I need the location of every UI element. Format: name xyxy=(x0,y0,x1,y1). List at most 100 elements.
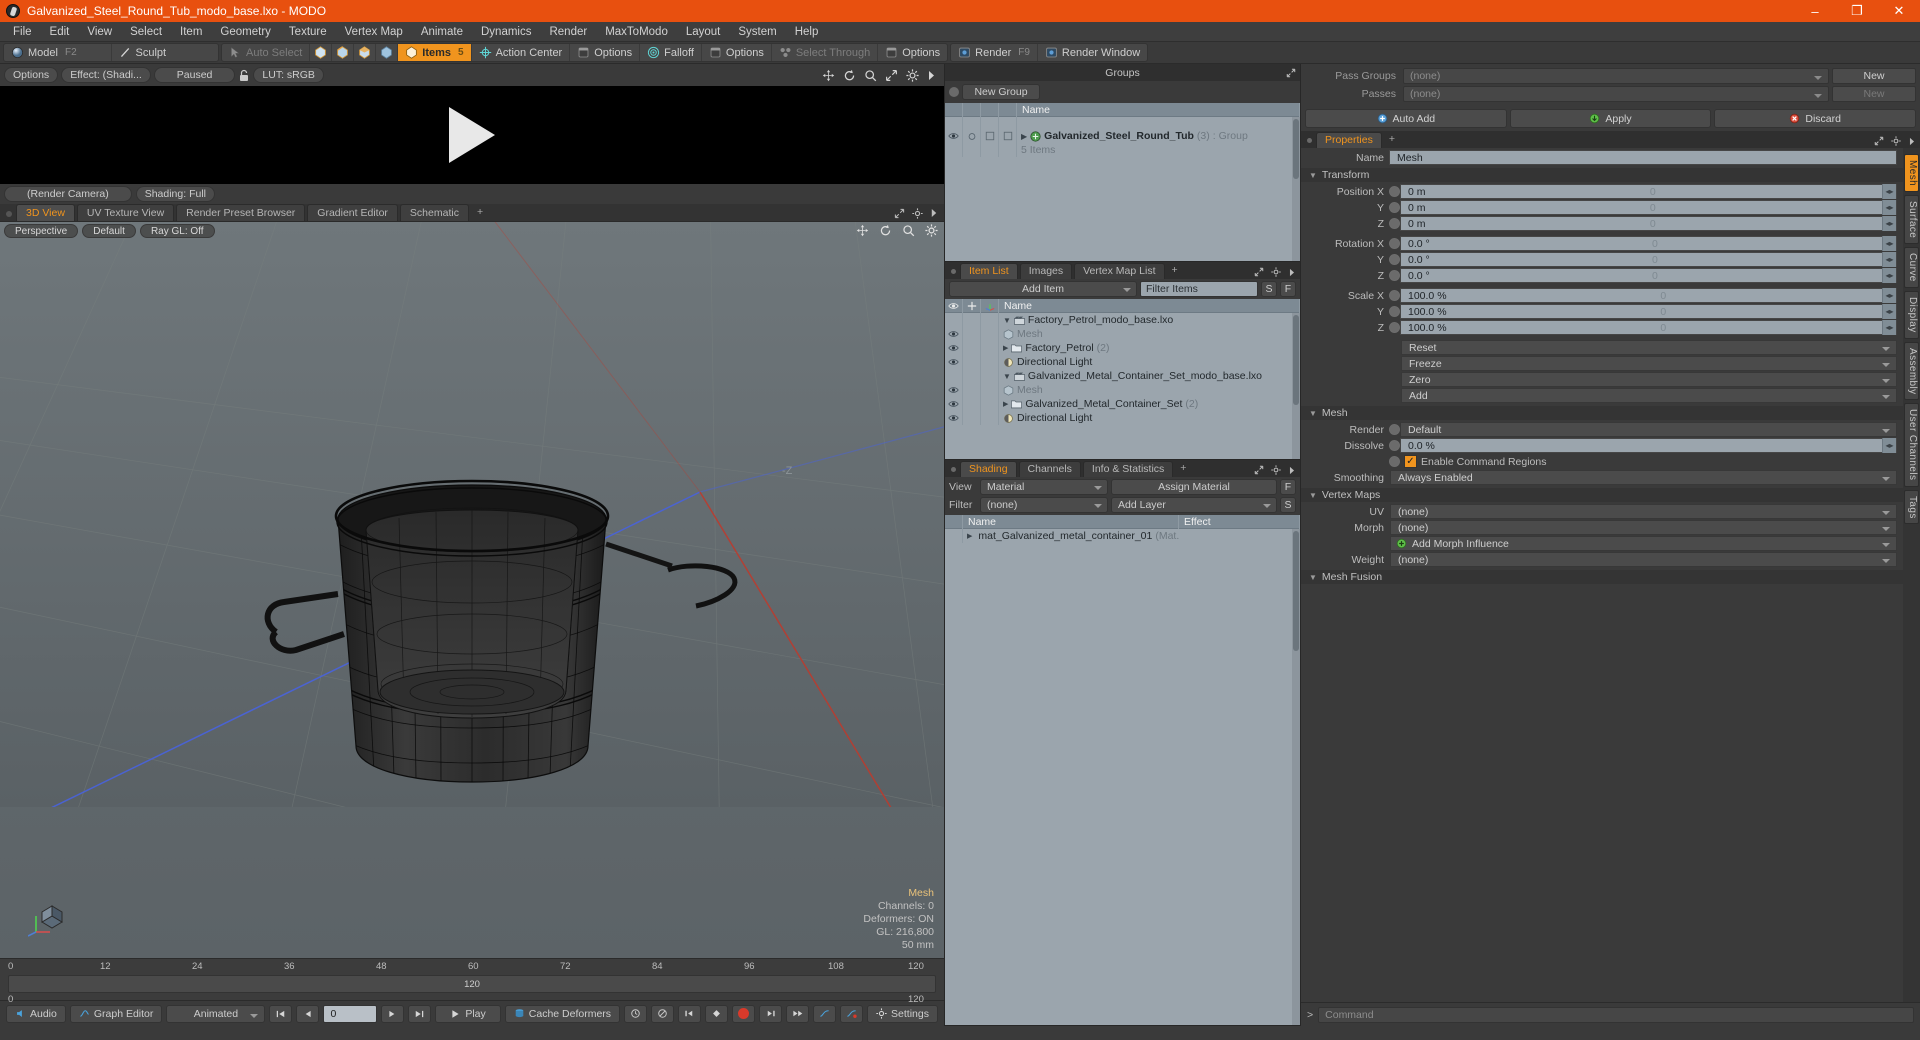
mesh-galvanized-tub[interactable] xyxy=(0,222,944,807)
tab-schematic[interactable]: Schematic xyxy=(399,204,469,221)
group-solid-cell[interactable] xyxy=(999,129,1017,143)
position-z-key-toggle[interactable] xyxy=(1389,218,1400,229)
item-row-mesh-2[interactable]: Mesh xyxy=(999,384,1300,396)
table-row[interactable]: ▶ mat_Galvanized_metal_container_01 (Mat… xyxy=(945,529,1300,543)
maximize-panel-icon[interactable] xyxy=(1254,465,1264,475)
falloff-options-button[interactable]: Options xyxy=(702,44,772,61)
gear-icon[interactable] xyxy=(1891,136,1901,146)
menu-item-texture[interactable]: Texture xyxy=(280,22,336,42)
rotation-z-field[interactable]: 0.0 ° 0 ◂▸ xyxy=(1400,268,1897,283)
item-row-mesh-1[interactable]: Mesh xyxy=(999,328,1300,340)
curve-red-button[interactable] xyxy=(840,1004,864,1023)
rotation-y-key-toggle[interactable] xyxy=(1389,254,1400,265)
groups-scroll-thumb[interactable] xyxy=(1293,119,1299,179)
menu-item-system[interactable]: System xyxy=(729,22,785,42)
scale-x-spinner[interactable]: ◂▸ xyxy=(1882,288,1896,303)
chevron-right-icon[interactable] xyxy=(927,70,936,81)
polygon-mode-button[interactable] xyxy=(354,44,377,61)
tab-3d-view[interactable]: 3D View xyxy=(16,204,75,221)
item-eye-cell[interactable] xyxy=(945,411,963,425)
chevron-right-icon[interactable] xyxy=(1908,137,1916,146)
scale-x-key-toggle[interactable] xyxy=(1389,290,1400,301)
curve-mode-button[interactable] xyxy=(813,1004,837,1023)
table-row[interactable]: ▶ Galvanized_Steel_Round_Tub (3) : Group xyxy=(945,129,1300,143)
menu-item-vertex-map[interactable]: Vertex Map xyxy=(336,22,412,42)
render-dropdown[interactable]: Default xyxy=(1400,422,1897,437)
item-list-scroll-thumb[interactable] xyxy=(1293,315,1299,405)
viewport-perspective-button[interactable]: Perspective xyxy=(4,224,79,238)
item-row-light-1[interactable]: Directional Light xyxy=(999,356,1300,368)
side-tab-user-channels[interactable]: User Channels xyxy=(1904,403,1919,487)
add-dropdown[interactable]: Add xyxy=(1401,388,1897,403)
item-row-scene-1[interactable]: ▼ Factory_Petrol_modo_base.lxo xyxy=(999,314,1300,326)
table-row[interactable]: ▼ Galvanized_Metal_Container_Set_modo_ba… xyxy=(945,369,1300,383)
viewport-tab-dot[interactable] xyxy=(6,211,12,217)
maximize-panel-icon[interactable] xyxy=(1254,267,1264,277)
group-wire-cell[interactable] xyxy=(981,129,999,143)
passes-dropdown[interactable]: (none) xyxy=(1403,86,1829,102)
rotate-icon[interactable] xyxy=(879,224,892,237)
table-row[interactable]: Mesh xyxy=(945,383,1300,397)
model-mode-button[interactable]: Model F2 xyxy=(4,44,112,61)
filter-s-button[interactable]: S xyxy=(1261,281,1277,297)
scale-y-key-toggle[interactable] xyxy=(1389,306,1400,317)
key-here-button[interactable] xyxy=(705,1004,729,1023)
properties-dot-icon[interactable] xyxy=(1307,138,1312,143)
position-y-key-toggle[interactable] xyxy=(1389,202,1400,213)
key-prev-button[interactable] xyxy=(678,1004,702,1023)
chevron-right-icon[interactable] xyxy=(1288,466,1296,475)
item-eye-cell[interactable] xyxy=(945,383,963,397)
position-z-field[interactable]: 0 m 0 ◂▸ xyxy=(1400,216,1897,231)
collapse-arrow-icon[interactable]: ▼ xyxy=(1003,372,1011,381)
assign-material-button[interactable]: Assign Material xyxy=(1111,479,1277,495)
scale-y-field[interactable]: 100.0 % 0 ◂▸ xyxy=(1400,304,1897,319)
menu-item-geometry[interactable]: Geometry xyxy=(211,22,280,42)
group-lock-cell[interactable] xyxy=(963,129,981,143)
sculpt-mode-button[interactable]: Sculpt xyxy=(112,44,219,61)
item-list-scrollbar[interactable] xyxy=(1292,313,1300,459)
scale-z-field[interactable]: 100.0 % 0 ◂▸ xyxy=(1400,320,1897,335)
item-eye-cell[interactable] xyxy=(945,397,963,411)
gear-icon[interactable] xyxy=(1271,267,1281,277)
command-input[interactable]: Command xyxy=(1318,1006,1914,1023)
table-row[interactable]: Directional Light xyxy=(945,355,1300,369)
vertex-mode-button[interactable] xyxy=(310,44,333,61)
side-tab-surface[interactable]: Surface xyxy=(1904,195,1919,245)
add-item-tab-button[interactable]: + xyxy=(1167,263,1183,279)
collapse-arrow-icon[interactable]: ▼ xyxy=(1003,316,1011,325)
play-overlay-icon[interactable] xyxy=(449,107,495,163)
transform-section-header[interactable]: ▼ Transform xyxy=(1301,168,1903,182)
settings-button[interactable]: Settings xyxy=(867,1004,938,1023)
zoom-icon[interactable] xyxy=(902,224,915,237)
mesh-section-header[interactable]: ▼ Mesh xyxy=(1301,406,1903,420)
record-button[interactable] xyxy=(732,1004,756,1023)
passes-new-button[interactable]: New xyxy=(1832,86,1916,102)
key-mode-button[interactable] xyxy=(651,1004,675,1023)
next-frame-button[interactable] xyxy=(381,1004,405,1023)
pan-icon[interactable] xyxy=(822,69,835,82)
table-row[interactable]: ▼ Factory_Petrol_modo_base.lxo xyxy=(945,313,1300,327)
add-shading-tab-button[interactable]: + xyxy=(1175,461,1191,477)
edge-mode-button[interactable] xyxy=(332,44,355,61)
side-tab-display[interactable]: Display xyxy=(1904,291,1919,339)
timeline[interactable]: 0 12 24 36 48 60 72 84 96 108 120 120 0 … xyxy=(0,958,944,1005)
expand-arrow-icon[interactable]: ▶ xyxy=(1003,400,1008,408)
table-row[interactable]: 5 Items xyxy=(945,143,1300,157)
render-button[interactable]: Render F9 xyxy=(951,44,1038,61)
maximize-panel-icon[interactable] xyxy=(1286,68,1296,78)
expand-arrow-icon[interactable]: ▶ xyxy=(1021,132,1027,141)
select-through-button[interactable]: Select Through xyxy=(772,44,879,61)
apply-button[interactable]: Apply xyxy=(1509,109,1712,128)
preview-effect-button[interactable]: Effect: (Shadi... xyxy=(61,67,151,83)
menu-item-render[interactable]: Render xyxy=(540,22,596,42)
shading-full-button[interactable]: Shading: Full xyxy=(135,186,215,202)
expand-arrow-icon[interactable]: ▶ xyxy=(1003,344,1008,352)
table-row[interactable]: Directional Light xyxy=(945,411,1300,425)
menu-item-help[interactable]: Help xyxy=(786,22,828,42)
play-button[interactable]: Play xyxy=(435,1004,501,1023)
pan-icon[interactable] xyxy=(856,224,869,237)
side-tab-tags[interactable]: Tags xyxy=(1904,489,1919,525)
position-y-field[interactable]: 0 m 0 ◂▸ xyxy=(1400,200,1897,215)
item-row-light-2[interactable]: Directional Light xyxy=(999,412,1300,424)
table-row[interactable]: Mesh xyxy=(945,327,1300,341)
